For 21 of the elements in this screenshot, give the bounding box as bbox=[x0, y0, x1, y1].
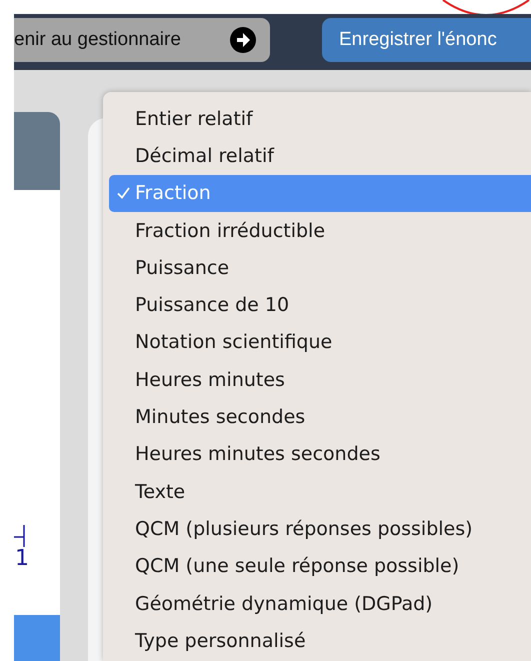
save-button[interactable]: Enregistrer l'énonc bbox=[322, 18, 531, 62]
menu-item[interactable]: QCM (plusieurs réponses possibles) bbox=[109, 510, 531, 548]
back-to-manager-button[interactable]: enir au gestionnaire bbox=[14, 18, 270, 62]
menu-item[interactable]: QCM (une seule réponse possible) bbox=[109, 548, 531, 585]
arrow-right-icon bbox=[230, 27, 256, 53]
menu-item[interactable]: Puissance bbox=[109, 249, 531, 286]
menu-item[interactable]: Texte bbox=[109, 472, 531, 510]
menu-item[interactable]: Heures minutes bbox=[109, 361, 531, 398]
menu-item[interactable]: Puissance de 10 bbox=[109, 286, 531, 324]
menu-item[interactable]: Fraction irréductible bbox=[109, 212, 531, 250]
panel-footer bbox=[14, 615, 60, 661]
fraction-digit: 1 bbox=[15, 547, 29, 571]
menu-item[interactable]: Heures minutes secondes bbox=[109, 436, 531, 473]
checkmark-icon bbox=[117, 187, 130, 200]
fraction-bar-drawing bbox=[14, 525, 26, 547]
menu-item[interactable]: Décimal relatif bbox=[109, 137, 531, 175]
menu-item[interactable]: Géométrie dynamique (DGPad) bbox=[109, 584, 531, 622]
menu-item[interactable]: Type personnalisé bbox=[109, 622, 531, 660]
menu-item[interactable]: Minutes secondes bbox=[109, 398, 531, 436]
menu-item[interactable]: Notation scientifique bbox=[109, 324, 531, 362]
menu-item[interactable]: Entier relatif bbox=[109, 100, 531, 138]
